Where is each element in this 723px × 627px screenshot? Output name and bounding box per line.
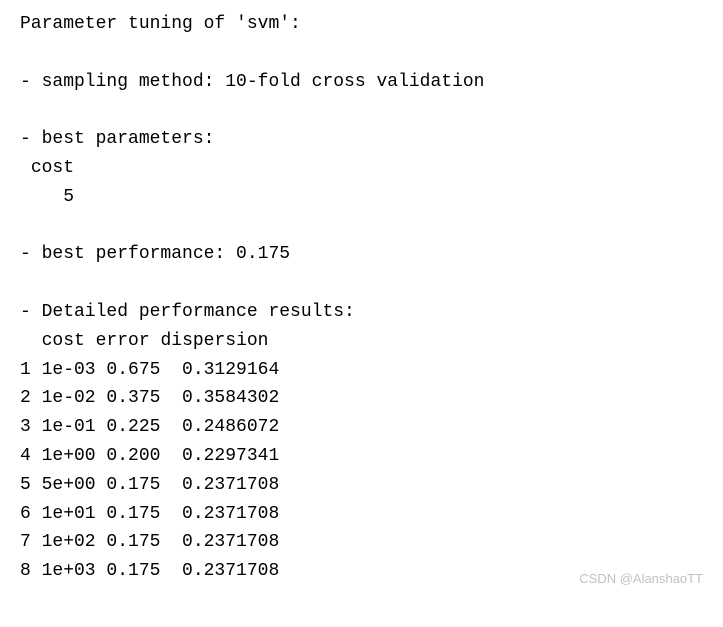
sampling-label: - sampling method: (20, 72, 225, 92)
table-row: 6 1e+01 0.175 0.2371708 (20, 500, 703, 529)
best-params-label: - best parameters: (20, 129, 214, 149)
table-body: 1 1e-03 0.675 0.31291642 1e-02 0.375 0.3… (20, 356, 703, 586)
table-row: 4 1e+00 0.200 0.2297341 (20, 442, 703, 471)
blank-line (20, 39, 703, 68)
best-params-label-line: - best parameters: (20, 125, 703, 154)
detailed-label: - Detailed performance results: (20, 302, 355, 322)
blank-line (20, 96, 703, 125)
blank-line (20, 269, 703, 298)
param-value: 5 (63, 187, 74, 207)
col-cost: cost (42, 331, 85, 351)
table-header-line: cost error dispersion (20, 327, 703, 356)
sampling-value: 10-fold cross validation (225, 72, 484, 92)
best-params-value-line: 5 (20, 183, 703, 212)
table-row: 7 1e+02 0.175 0.2371708 (20, 528, 703, 557)
title-text: Parameter tuning of 'svm': (20, 14, 301, 34)
table-row: 5 5e+00 0.175 0.2371708 (20, 471, 703, 500)
blank-line (20, 212, 703, 241)
best-perf-line: - best performance: 0.175 (20, 240, 703, 269)
col-dispersion: dispersion (160, 331, 268, 351)
table-row: 1 1e-03 0.675 0.3129164 (20, 356, 703, 385)
best-perf-value: 0.175 (236, 244, 290, 264)
param-name: cost (31, 158, 74, 178)
best-params-name-line: cost (20, 154, 703, 183)
watermark: CSDN @AlanshaoTT (579, 569, 703, 590)
detailed-label-line: - Detailed performance results: (20, 298, 703, 327)
title-line: Parameter tuning of 'svm': (20, 10, 703, 39)
col-error: error (96, 331, 150, 351)
best-perf-label: - best performance: (20, 244, 236, 264)
table-row: 3 1e-01 0.225 0.2486072 (20, 413, 703, 442)
sampling-line: - sampling method: 10-fold cross validat… (20, 68, 703, 97)
table-row: 2 1e-02 0.375 0.3584302 (20, 384, 703, 413)
